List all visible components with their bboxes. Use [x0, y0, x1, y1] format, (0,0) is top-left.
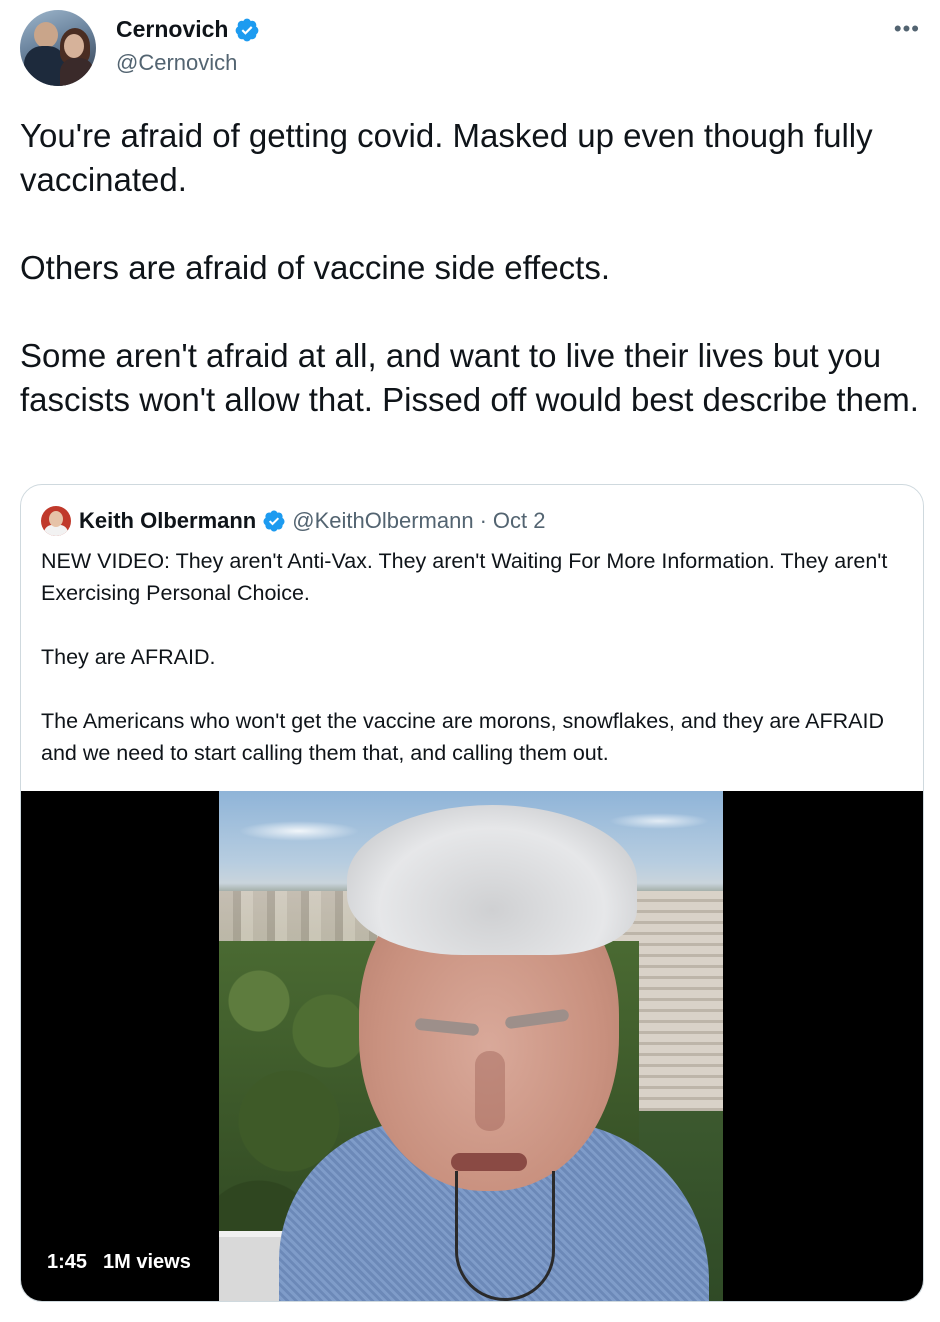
tweet-text: You're afraid of getting covid. Masked u… [20, 114, 925, 422]
verified-badge-icon [263, 510, 285, 532]
tweet-header: Cernovich @Cernovich ••• [20, 10, 920, 90]
video-meta: 1:45 1M views [47, 1251, 191, 1274]
quoted-tweet-text: NEW VIDEO: They aren't Anti-Vax. They ar… [41, 545, 911, 769]
video-duration: 1:45 [47, 1251, 88, 1273]
quoted-tweet-card[interactable]: Keith Olbermann @KeithOlbermann · Oct 2 … [20, 484, 924, 1302]
quoted-paragraph: NEW VIDEO: They aren't Anti-Vax. They ar… [41, 549, 888, 605]
more-options-icon[interactable]: ••• [894, 18, 920, 40]
author-avatar[interactable] [20, 10, 96, 86]
quoted-paragraph: The Americans who won't get the vaccine … [41, 709, 885, 765]
video-thumbnail [219, 791, 723, 1301]
author-display-name[interactable]: Cernovich [116, 16, 228, 43]
author-handle[interactable]: @Cernovich [116, 50, 237, 76]
tweet-paragraph: Others are afraid of vaccine side effect… [20, 249, 611, 286]
quoted-author-handle: @KeithOlbermann [292, 508, 474, 533]
video-views: 1M views [103, 1251, 191, 1273]
tweet-paragraph: Some aren't afraid at all, and want to l… [20, 337, 919, 418]
video-player[interactable]: 1:45 1M views [21, 791, 923, 1301]
quoted-paragraph: They are AFRAID. [41, 645, 216, 669]
author-name-row[interactable]: Cernovich [116, 16, 260, 43]
tweet-paragraph: You're afraid of getting covid. Masked u… [20, 117, 873, 198]
quoted-tweet-date: Oct 2 [492, 508, 546, 533]
quoted-author-display-name: Keith Olbermann [79, 508, 257, 533]
separator-dot: · [479, 508, 487, 533]
quoted-author-avatar [41, 506, 71, 536]
quoted-tweet-header: Keith Olbermann @KeithOlbermann · Oct 2 [41, 505, 545, 537]
verified-badge-icon [236, 18, 259, 41]
